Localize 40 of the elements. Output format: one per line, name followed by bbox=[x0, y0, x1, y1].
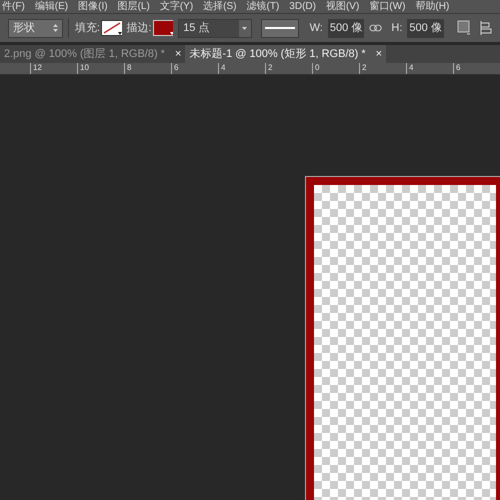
menu-item[interactable]: 图层(L) bbox=[118, 1, 150, 12]
close-tab-button[interactable]: × bbox=[174, 46, 182, 62]
shape-mode-dropdown[interactable]: 形状 bbox=[8, 18, 63, 38]
stroke-label: 描边: bbox=[126, 20, 152, 36]
fill-label: 填充: bbox=[74, 20, 100, 36]
menu-item[interactable]: 编辑(E) bbox=[34, 1, 68, 12]
menu-item[interactable]: 帮助(H) bbox=[415, 1, 450, 12]
menu-item[interactable]: 图像(I) bbox=[78, 1, 108, 12]
stroke-width-field[interactable]: 15 点 bbox=[178, 18, 252, 38]
stroke-color-swatch[interactable] bbox=[152, 20, 174, 36]
document-tab[interactable]: 未标题-1 @ 100% (矩形 1, RGB/8) * × bbox=[185, 45, 386, 63]
menu-item[interactable]: 窗口(W) bbox=[369, 1, 406, 12]
stroke-style-dropdown[interactable] bbox=[260, 18, 299, 38]
ruler-label: 6 bbox=[456, 63, 460, 72]
ruler-label: 8 bbox=[127, 63, 132, 72]
menu-item[interactable]: 选择(S) bbox=[203, 1, 236, 12]
height-label: H: bbox=[391, 20, 402, 36]
ruler-label: 10 bbox=[80, 63, 89, 72]
dropdown-caret-icon bbox=[242, 26, 248, 30]
ruler-label: 2 bbox=[268, 63, 272, 72]
menu-item[interactable]: 滤镜(T) bbox=[246, 1, 280, 12]
path-alignment-icon[interactable] bbox=[478, 20, 492, 36]
menu-item[interactable]: 文字(Y) bbox=[160, 1, 194, 12]
no-fill-swatch[interactable] bbox=[100, 20, 122, 36]
width-field[interactable]: 500 像 bbox=[328, 18, 364, 38]
up-down-arrows-icon bbox=[52, 24, 58, 32]
ruler-label: 4 bbox=[221, 63, 226, 72]
ruler-label: 6 bbox=[174, 63, 178, 72]
ruler-label: 12 bbox=[33, 63, 42, 72]
height-field[interactable]: 500 像 bbox=[407, 18, 444, 38]
menu-item[interactable]: 视图(V) bbox=[326, 1, 360, 12]
path-operations-icon[interactable] bbox=[456, 20, 470, 36]
menu-item[interactable]: 件(F) bbox=[2, 1, 25, 12]
menu-item[interactable]: 3D(D) bbox=[289, 1, 316, 12]
ruler-label: 4 bbox=[409, 63, 414, 72]
ruler-label: 2 bbox=[362, 63, 366, 72]
width-label: W: bbox=[310, 20, 323, 36]
close-tab-button[interactable]: × bbox=[376, 46, 382, 62]
link-icon[interactable] bbox=[369, 24, 382, 32]
ruler-label: 0 bbox=[315, 63, 320, 72]
